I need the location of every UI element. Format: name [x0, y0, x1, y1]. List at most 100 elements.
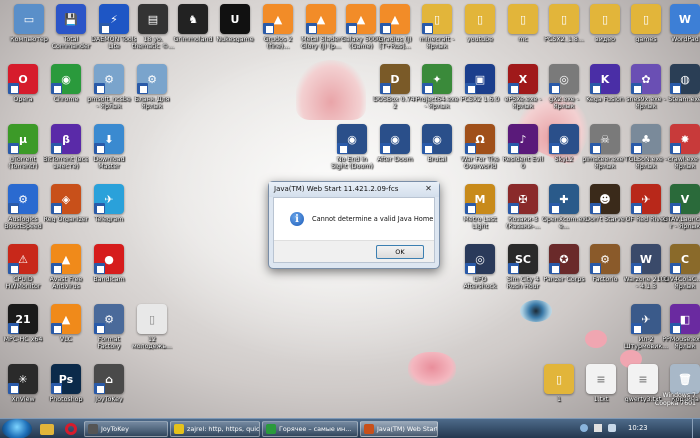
desktop-icon[interactable]: 💾 Total Commander	[48, 4, 94, 51]
desktop-icon[interactable]: ☻ Don't Starve	[582, 184, 628, 223]
desktop-icon[interactable]: K Kega Fusion	[582, 64, 628, 103]
desktop-icon[interactable]: ◉ Chrome	[43, 64, 89, 103]
volume-tray-icon[interactable]	[594, 424, 602, 432]
desktop-icon-label: DOSBox 0.74-2	[373, 96, 417, 111]
app-icon: ▯	[465, 4, 495, 34]
app-icon: ⬇	[94, 124, 124, 154]
desktop-icon[interactable]: ✳ XnView	[0, 364, 46, 403]
desktop-icon[interactable]: ▯ youtube	[457, 4, 503, 43]
desktop-icon[interactable]: W WordPad	[662, 4, 700, 43]
desktop-icon[interactable]: ▯ PCSX2_1.8...	[541, 4, 587, 43]
desktop-icon[interactable]: ⚠ CPUID HWMonitor	[0, 244, 46, 291]
taskbar-window-button[interactable]: Горячее – самые ин...	[262, 421, 358, 437]
explorer-pin-icon[interactable]	[36, 421, 58, 437]
desktop-icon[interactable]: ◎ gX2.exe - Ярлык	[541, 64, 587, 111]
close-icon[interactable]: ✕	[423, 184, 434, 194]
desktop-icon[interactable]: β BitTorrent (все вместе)	[43, 124, 89, 171]
desktop-icon[interactable]: ▯ minecraft - Ярлык	[414, 4, 460, 51]
flag-tray-icon[interactable]	[608, 424, 616, 432]
app-icon: K	[590, 64, 620, 94]
desktop-icon[interactable]: C CIV4ColaC... - Ярлык	[662, 244, 700, 291]
network-tray-icon[interactable]	[580, 424, 588, 432]
wallpaper-cat-eye	[520, 300, 552, 322]
desktop-icon[interactable]: ⬇ Download Master	[86, 124, 132, 171]
desktop-icon[interactable]: ✸ crawl.exe - Ярлык	[662, 124, 700, 171]
desktop-icon[interactable]: D DOSBox 0.74-2	[372, 64, 418, 111]
desktop-icon[interactable]: ⚙ pmsoft_ncsbe - Ярлык	[86, 64, 132, 111]
desktop-icon-label: Nukesgame	[216, 36, 254, 43]
opera-pin-icon[interactable]	[60, 421, 82, 437]
app-icon: ▲	[380, 4, 410, 34]
desktop-icon-label: JoyToKey	[95, 396, 123, 403]
desktop-icon[interactable]: ● Bandicam	[86, 244, 132, 283]
desktop-icon[interactable]: ⚙ Format Factory	[86, 304, 132, 351]
desktop-icon[interactable]: V GTAV.Launcher - Ярлык	[662, 184, 700, 231]
desktop-icon[interactable]: ▣ PCSX2 1.6.0	[457, 64, 503, 103]
desktop-icon[interactable]: ▭ Компьютер	[6, 4, 52, 43]
desktop-icon[interactable]: ▲ Grudos 2 (fine)...	[255, 4, 301, 51]
desktop-icon[interactable]: ▲ Gradius (J) [T+Rus]...	[372, 4, 418, 51]
desktop-icon[interactable]: ▯ mc	[500, 4, 546, 43]
desktop-icon-label: Kega Fusion	[586, 96, 624, 103]
desktop-icon[interactable]: ⚙ Бланк Для Ярлык	[129, 64, 175, 111]
desktop-icon[interactable]: ⚙ Factorio	[582, 244, 628, 283]
desktop-icon[interactable]: ▯ 12 молодежь...	[129, 304, 175, 351]
app-icon: ✳	[8, 364, 38, 394]
desktop-icon[interactable]: ✈ Telegram	[86, 184, 132, 223]
desktop-icon[interactable]: ⌂ JoyToKey	[86, 364, 132, 403]
app-icon: ◉	[380, 124, 410, 154]
desktop-icon[interactable]: ◎ UFO Aftershock	[457, 244, 503, 291]
start-button[interactable]	[2, 419, 32, 438]
desktop-icon[interactable]: ▯ 1	[536, 364, 582, 403]
desktop-icon[interactable]: ◧ PPMouse.exe - Ярлык	[662, 304, 700, 351]
desktop-icon-label: 12 молодежь...	[131, 336, 173, 351]
desktop-icon-label: UFO Aftershock	[463, 276, 497, 291]
app-icon: Ω	[465, 124, 495, 154]
dialog-message: Cannot determine a valid Java Home	[312, 215, 434, 223]
app-icon: μ	[8, 124, 38, 154]
desktop-icon[interactable]: ☠ pimateer.exe - Ярлык	[582, 124, 628, 171]
desktop-icon[interactable]: XePSXe.exe - Ярлык	[500, 64, 546, 111]
desktop-icon[interactable]: O Opera	[0, 64, 46, 103]
desktop-icon[interactable]: ✪ Panzer Corps	[541, 244, 587, 283]
desktop-icon-label: Photoshop	[49, 396, 83, 403]
taskbar-window-button[interactable]: zajrel: http, https, quic	[170, 421, 260, 437]
taskbar-window-button[interactable]: JoyToKey	[84, 421, 168, 437]
desktop-icon[interactable]: ✠ Козаки-3 (Казаки-...	[500, 184, 546, 231]
desktop-icon[interactable]: ◈ Reg Organizer	[43, 184, 89, 223]
taskbar-window-button[interactable]: Java(TM) Web Start 11...	[360, 421, 438, 437]
desktop-icon[interactable]: ≡ 1.txt	[578, 364, 624, 403]
desktop-icon[interactable]: SC Sim City 4 Rush Hour	[500, 244, 546, 291]
app-icon: ◉	[549, 124, 579, 154]
desktop-icon[interactable]: ◉ Brutal	[414, 124, 460, 163]
desktop-icon[interactable]: ◍ Steam.exe	[662, 64, 700, 103]
show-desktop-button[interactable]	[692, 419, 700, 438]
desktop-icon-label: pimateer.exe - Ярлык	[582, 156, 628, 171]
desktop-icon-label: Total Commander	[51, 36, 91, 51]
desktop-icon[interactable]: 21 MPC-HC x64	[0, 304, 46, 343]
desktop-icon[interactable]: ✚ OpenXcom.exe...	[541, 184, 587, 231]
desktop-icon[interactable]: ▲ VLC	[43, 304, 89, 343]
desktop-icon[interactable]: ♪ Resident Evil 0	[500, 124, 546, 171]
desktop-icon[interactable]: ⚙ Auslogics BoostSpeed	[0, 184, 46, 231]
ok-button[interactable]: OK	[376, 245, 424, 259]
window-app-icon	[266, 424, 276, 434]
desktop-icon[interactable]: Ω War For The Overworld	[457, 124, 503, 171]
desktop-icon[interactable]: U Nukesgame	[212, 4, 258, 43]
java-error-dialog: Java(TM) Web Start 11.421.2.09-fcs ✕ i C…	[268, 181, 440, 269]
app-icon: ◉	[422, 124, 452, 154]
desktop-icon[interactable]: ◉ After Doom	[372, 124, 418, 163]
desktop-icon[interactable]: ▯ видео	[582, 4, 628, 43]
desktop-icon[interactable]: ▲ Avast Free Antivirus	[43, 244, 89, 291]
clock[interactable]: 10:23	[628, 424, 648, 432]
desktop-icon[interactable]: Ps Photoshop	[43, 364, 89, 403]
desktop-icon[interactable]: μ uTorrent (Torrentr)	[0, 124, 46, 171]
dialog-title: Java(TM) Web Start 11.421.2.09-fcs	[269, 182, 439, 197]
desktop-icon[interactable]: ♞ Grimmoland	[170, 4, 216, 43]
desktop-icon[interactable]: ◉ SkyL2	[541, 124, 587, 163]
desktop-icon[interactable]: ✦ Project64.exe - Ярлык	[414, 64, 460, 111]
app-icon: ⚡	[99, 4, 129, 34]
desktop-icon[interactable]: ◉ No End in Sight (Doom)	[329, 124, 375, 171]
desktop-icon-label: OpenXcom.exe...	[541, 216, 587, 231]
desktop-icon[interactable]: M Metro Last Light	[457, 184, 503, 231]
